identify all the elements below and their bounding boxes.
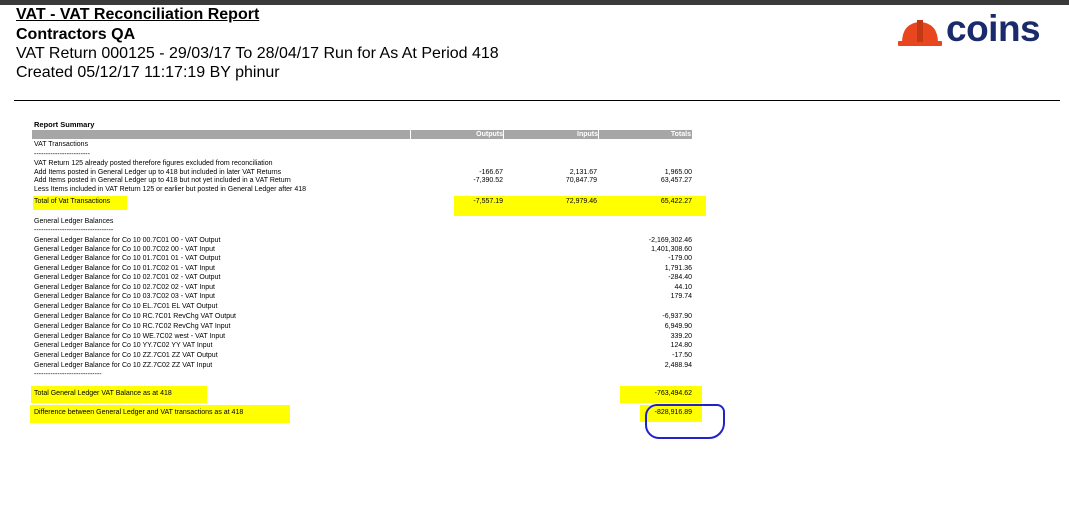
gl-row-label: General Ledger Balance for Co 10 EL.7C01… [34, 303, 218, 310]
annotation-circle [645, 404, 725, 439]
gl-row-total: 2,488.94 [664, 362, 692, 369]
company-name: Contractors QA [16, 26, 136, 43]
gl-row-total: -17.50 [672, 352, 692, 359]
gl-row-total: 179.74 [670, 293, 692, 300]
report-title: VAT - VAT Reconciliation Report [16, 6, 260, 23]
gl-row-total: 124.80 [670, 342, 692, 349]
gl-row-total: -284.40 [668, 274, 692, 281]
gl-row-total: 1,401,308.60 [651, 246, 692, 253]
created-line: Created 05/12/17 11:17:19 BY phinur [16, 64, 280, 81]
gl-row-total: -2,169,302.46 [648, 237, 692, 244]
vat-row-outputs: -166.67 [479, 169, 503, 176]
gl-row-label: General Ledger Balance for Co 10 ZZ.7C02… [34, 362, 213, 369]
gl-row-label: General Ledger Balance for Co 10 01.7C02… [34, 265, 215, 272]
hard-hat-icon [898, 20, 942, 46]
vat-row-totals: 1,965.00 [664, 169, 692, 176]
logo-text: coins [946, 8, 1041, 49]
vat-total-outputs: -7,557.19 [473, 198, 503, 205]
gl-row-total: 1,791.36 [664, 265, 692, 272]
vat-total-totals: 65,422.27 [660, 198, 692, 205]
vat-row-inputs: 2,131.67 [569, 169, 597, 176]
report-summary-title: Report Summary [34, 120, 95, 129]
vat-total-inputs: 72,979.46 [565, 198, 597, 205]
vat-row-outputs: -7,390.52 [473, 177, 503, 184]
gl-section-heading: General Ledger Balances [34, 218, 114, 225]
column-header-totals: Totals [598, 130, 691, 139]
gl-row-total [598, 303, 692, 311]
gl-total-value: -763,494.62 [654, 390, 692, 397]
vat-row-label: Add Items posted in General Ledger up to… [34, 169, 282, 176]
dash-separator: ----------------------------- [34, 371, 102, 378]
gl-row-label: General Ledger Balance for Co 10 RC.7C01… [34, 313, 236, 320]
gl-total-label: Total General Ledger VAT Balance as at 4… [34, 390, 172, 397]
gl-row-label: General Ledger Balance for Co 10 RC.7C02… [34, 323, 231, 330]
gl-row-label: General Ledger Balance for Co 10 02.7C02… [34, 284, 215, 291]
vat-row-inputs: 70,847.79 [565, 177, 597, 184]
gl-row-label: General Ledger Balance for Co 10 01.7C01… [34, 255, 221, 262]
coins-logo: coins [898, 8, 1058, 49]
dash-separator: ------------------------ [34, 151, 90, 158]
report-subtitle: VAT Return 000125 - 29/03/17 To 28/04/17… [16, 45, 499, 62]
difference-label: Difference between General Ledger and VA… [34, 409, 244, 416]
gl-row-total: 6,949.90 [664, 323, 692, 330]
header-divider [14, 100, 1060, 101]
column-header-outputs: Outputs [410, 130, 503, 139]
gl-row-label: General Ledger Balance for Co 10 YY.7C02… [34, 342, 213, 349]
gl-row-label: General Ledger Balance for Co 10 WE.7C02… [34, 333, 226, 340]
vat-section-heading: VAT Transactions [34, 141, 89, 148]
vat-row-label: Add Items posted in General Ledger up to… [34, 177, 291, 184]
vat-total-label: Total of Vat Transactions [34, 198, 111, 205]
window-top-border [0, 0, 1069, 5]
gl-row-total: 44.10 [674, 284, 692, 291]
column-header-inputs: Inputs [503, 130, 598, 139]
gl-row-label: General Ledger Balance for Co 10 00.7C02… [34, 246, 215, 253]
gl-row-total: -6,937.90 [662, 313, 692, 320]
dash-separator: ---------------------------------- [34, 227, 114, 234]
vat-row-label: Less Items included in VAT Return 125 or… [34, 186, 306, 193]
note-line: VAT Return 125 already posted therefore … [34, 160, 273, 167]
gl-row-label: General Ledger Balance for Co 10 02.7C01… [34, 274, 221, 281]
gl-row-label: General Ledger Balance for Co 10 03.7C02… [34, 293, 215, 300]
vat-row-totals: 63,457.27 [660, 177, 692, 184]
gl-row-total: -179.00 [668, 255, 692, 262]
gl-row-label: General Ledger Balance for Co 10 00.7C01… [34, 237, 221, 244]
gl-row-label: General Ledger Balance for Co 10 ZZ.7C01… [34, 352, 218, 359]
gl-row-total: 339.20 [670, 333, 692, 340]
